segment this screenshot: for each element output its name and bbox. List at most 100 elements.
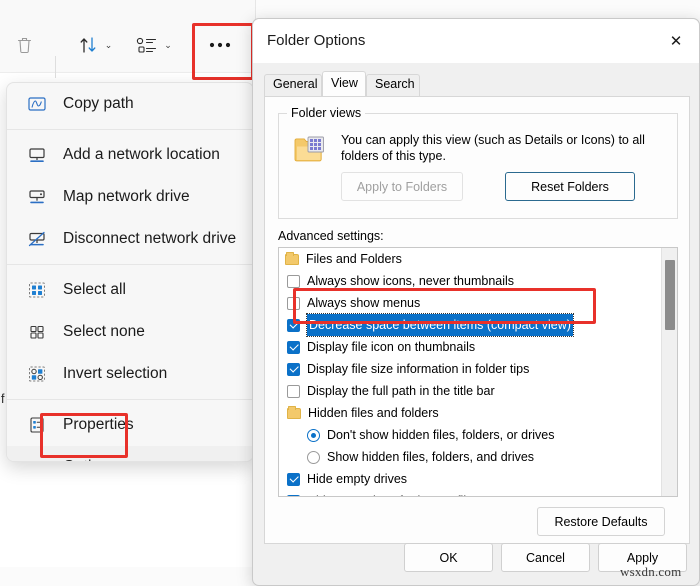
menu-item-map-network-drive[interactable]: Map network drive (7, 176, 253, 218)
cancel-button[interactable]: Cancel (501, 543, 590, 572)
list-row[interactable]: Show hidden files, folders, and drives (279, 446, 677, 468)
list-row[interactable]: Display the full path in the title bar (279, 380, 677, 402)
list-row[interactable]: Always show menus (279, 292, 677, 314)
disconnect-network-drive-icon (23, 227, 51, 251)
list-row[interactable]: Hidden files and folders (279, 402, 677, 424)
list-row-label: Show hidden files, folders, and drives (327, 450, 535, 464)
list-row-label: Hidden files and folders (308, 406, 439, 420)
options-icon (23, 455, 51, 461)
list-row-label: Always show icons, never thumbnails (307, 274, 515, 288)
checkbox[interactable] (287, 362, 300, 376)
apply-to-folders-button[interactable]: Apply to Folders (341, 172, 463, 201)
ellipsis-icon (209, 42, 231, 48)
explorer-overflow-menu: Copy path Add a network location Map net… (6, 82, 254, 462)
chevron-down-icon: ⌄ (104, 39, 113, 50)
menu-item-label: Map network drive (63, 188, 190, 205)
list-row[interactable]: Always show icons, never thumbnails (279, 270, 677, 292)
close-icon[interactable]: ✕ (653, 19, 699, 63)
list-row-label: Hide empty drives (307, 472, 408, 486)
map-network-drive-icon (23, 185, 51, 209)
advanced-settings-label: Advanced settings: (278, 229, 384, 243)
radio-button[interactable] (307, 428, 320, 442)
list-row-label: Hide extensions for known file types (307, 490, 506, 496)
sort-button[interactable]: ⌄ (70, 22, 120, 68)
checkbox[interactable] (287, 318, 300, 332)
copy-path-icon (23, 92, 51, 116)
menu-separator (7, 399, 253, 400)
menu-item-properties[interactable]: Properties (7, 404, 253, 446)
tab-general[interactable]: General (264, 74, 322, 96)
menu-item-label: Disconnect network drive (63, 230, 237, 247)
menu-item-label: Select none (63, 323, 145, 340)
list-row-label: Always show menus (307, 296, 421, 310)
invert-selection-icon (23, 362, 51, 386)
watermark: wsxdn.com (620, 564, 682, 579)
folder-options-dialog: Folder Options ✕ General View Search Fol… (252, 18, 700, 586)
reset-folders-button[interactable]: Reset Folders (505, 172, 635, 201)
menu-item-copy-path[interactable]: Copy path (7, 83, 253, 125)
list-row-label: Display file icon on thumbnails (307, 340, 476, 354)
checkbox[interactable] (287, 494, 300, 496)
list-row-label: Files and Folders (306, 252, 402, 266)
menu-item-label: Select all (63, 281, 126, 298)
select-none-icon (23, 320, 51, 344)
list-row[interactable]: Display file icon on thumbnails (279, 336, 677, 358)
menu-item-select-none[interactable]: Select none (7, 311, 253, 353)
chevron-down-icon: ⌄ (164, 39, 172, 50)
trash-icon (17, 37, 31, 54)
see-more-button[interactable] (194, 22, 246, 68)
checkbox[interactable] (287, 340, 300, 354)
menu-item-disconnect-network-drive[interactable]: Disconnect network drive (7, 218, 253, 260)
select-all-icon (23, 278, 51, 302)
folder-views-description: You can apply this view (such as Details… (341, 133, 645, 163)
menu-separator (7, 129, 253, 130)
menu-item-label: Properties (63, 416, 134, 433)
explorer-ghost-letter: f (1, 392, 5, 406)
folder-icon (285, 251, 299, 265)
list-row[interactable]: Files and Folders (279, 248, 677, 270)
dialog-titlebar: Folder Options ✕ (253, 19, 699, 63)
list-row-label: Decrease space between items (compact vi… (306, 313, 574, 337)
toolbar-separator (55, 56, 56, 78)
folder-views-legend: Folder views (287, 106, 366, 120)
list-row-label: Don't show hidden files, folders, or dri… (327, 428, 555, 442)
delete-button[interactable] (6, 22, 42, 68)
menu-item-label: Options (63, 458, 116, 461)
advanced-settings-list[interactable]: Files and Folders Always show icons, nev… (278, 247, 678, 497)
advanced-list-scrollbar[interactable] (661, 248, 677, 496)
properties-icon (23, 413, 51, 437)
menu-separator (7, 264, 253, 265)
menu-item-add-network-location[interactable]: Add a network location (7, 134, 253, 176)
tab-view[interactable]: View (322, 71, 366, 96)
list-row[interactable]: Display file size information in folder … (279, 358, 677, 380)
list-row[interactable]: Don't show hidden files, folders, or dri… (279, 424, 677, 446)
sort-icon (80, 37, 96, 53)
add-network-location-icon (23, 143, 51, 167)
menu-item-label: Invert selection (63, 365, 168, 382)
list-row-label: Display file size information in folder … (307, 362, 530, 376)
folder-icon (287, 405, 301, 419)
menu-item-options[interactable]: Options (7, 446, 253, 461)
radio-button[interactable] (307, 450, 320, 464)
checkbox[interactable] (287, 296, 300, 310)
menu-item-select-all[interactable]: Select all (7, 269, 253, 311)
folder-view-icon (293, 134, 331, 166)
ok-button[interactable]: OK (404, 543, 493, 572)
view-list-icon (137, 37, 157, 53)
folder-views-group: Folder views You can apply this view (su… (278, 106, 678, 219)
view-button[interactable]: ⌄ (128, 22, 180, 68)
list-row[interactable]: Hide extensions for known file types (279, 490, 677, 496)
list-row-label: Display the full path in the title bar (307, 384, 495, 398)
list-row-selected[interactable]: Decrease space between items (compact vi… (279, 313, 677, 337)
dialog-title: Folder Options (267, 32, 366, 49)
menu-item-invert-selection[interactable]: Invert selection (7, 353, 253, 395)
view-tab-page: Folder views You can apply this view (su… (264, 96, 690, 544)
explorer-toolbar: ⌄ ⌄ (0, 22, 255, 78)
tab-search[interactable]: Search (366, 74, 420, 96)
menu-item-label: Copy path (63, 95, 134, 112)
scrollbar-thumb[interactable] (665, 260, 675, 330)
checkbox[interactable] (287, 472, 300, 486)
checkbox[interactable] (287, 274, 300, 288)
checkbox[interactable] (287, 384, 300, 398)
list-row[interactable]: Hide empty drives (279, 468, 677, 490)
